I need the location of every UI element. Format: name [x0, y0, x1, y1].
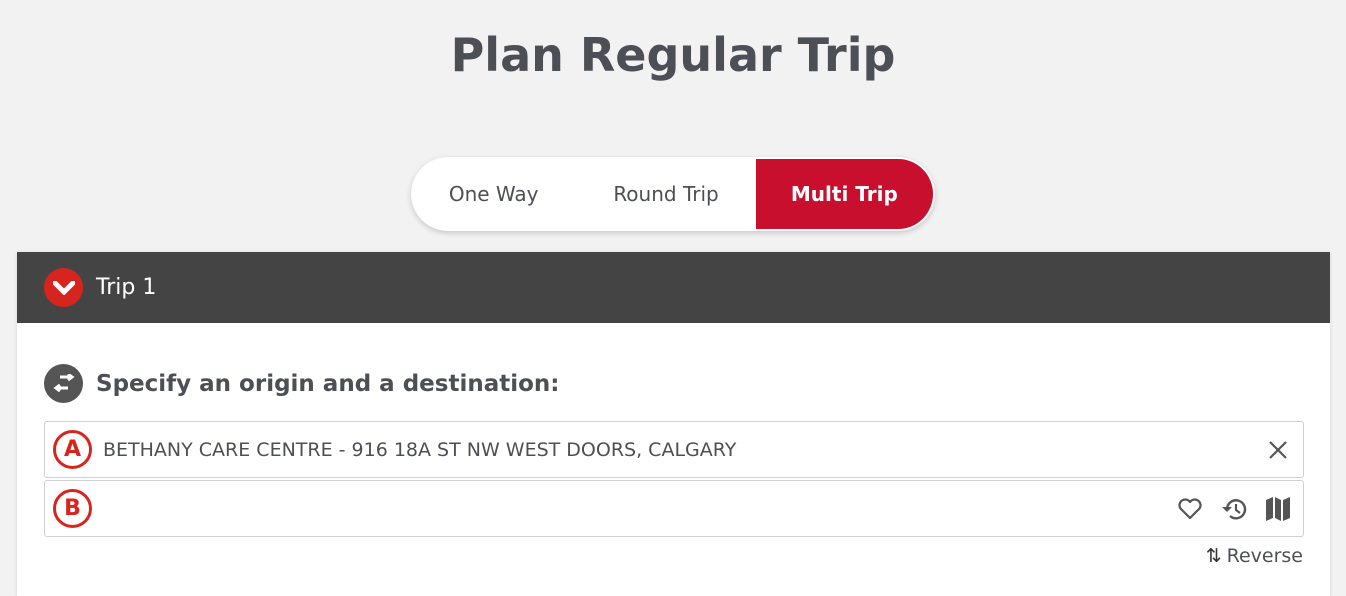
reverse-button[interactable]: ⇅ Reverse — [1206, 545, 1303, 567]
origin-input[interactable] — [103, 422, 1263, 477]
chevron-down-icon[interactable] — [44, 268, 83, 307]
origin-field: A — [44, 421, 1304, 478]
trip-title: Trip 1 — [96, 275, 157, 300]
reverse-label: Reverse — [1226, 545, 1303, 567]
map-icon[interactable] — [1263, 494, 1293, 524]
destination-field: B — [44, 480, 1304, 537]
destination-marker-icon: B — [53, 489, 92, 528]
page-title: Plan Regular Trip — [450, 28, 896, 82]
tab-round-trip[interactable]: Round Trip — [576, 157, 755, 231]
swap-arrows-icon — [44, 364, 83, 403]
reverse-arrows-icon: ⇅ — [1205, 545, 1222, 567]
trip-type-selector: One Way Round Trip Multi Trip — [411, 157, 935, 231]
heart-icon[interactable] — [1175, 494, 1205, 524]
destination-input[interactable] — [103, 481, 1175, 536]
section-heading: Specify an origin and a destination: — [44, 364, 559, 403]
tab-one-way[interactable]: One Way — [411, 157, 576, 231]
origin-marker-icon: A — [53, 430, 92, 469]
tab-multi-trip[interactable]: Multi Trip — [755, 159, 933, 229]
trip-card: Trip 1 Specify an origin and a destinati… — [17, 252, 1330, 596]
history-icon[interactable] — [1219, 494, 1249, 524]
section-label: Specify an origin and a destination: — [96, 370, 560, 397]
trip-header[interactable]: Trip 1 — [17, 252, 1330, 323]
clear-icon[interactable] — [1263, 435, 1293, 465]
